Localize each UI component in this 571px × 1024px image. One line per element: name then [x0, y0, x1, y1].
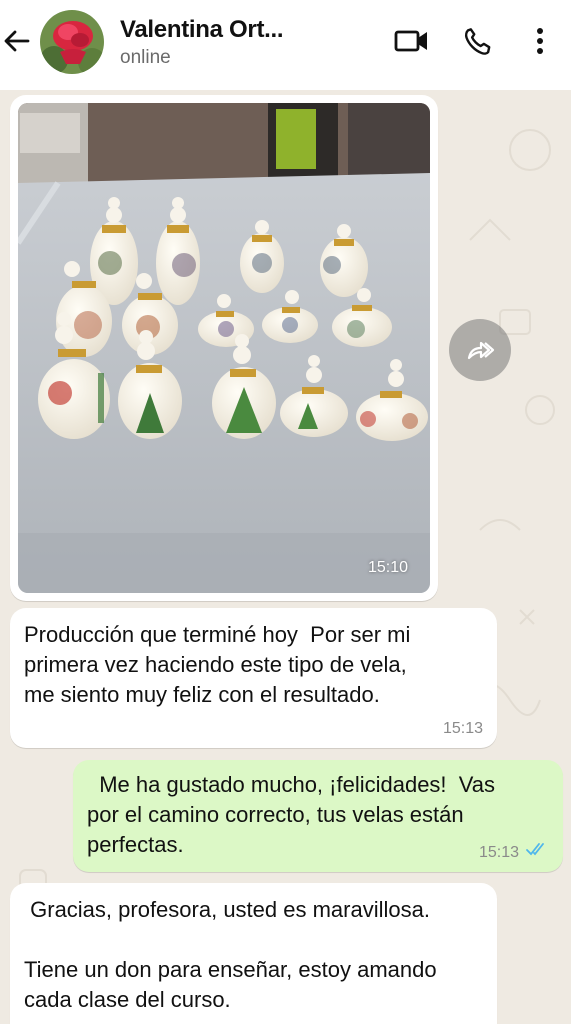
arrow-left-icon[interactable] — [2, 26, 32, 56]
double-check-icon — [525, 841, 549, 862]
chat-header: Valentina Ort... online — [0, 0, 571, 90]
avatar[interactable] — [40, 10, 104, 74]
message-text: Gracias, profesora, usted es maravillosa… — [24, 897, 437, 1012]
incoming-message[interactable]: Producción que terminé hoy Por ser mi pr… — [10, 608, 497, 748]
video-camera-icon[interactable] — [394, 26, 430, 61]
contact-name[interactable]: Valentina Ort... — [120, 16, 284, 44]
message-time: 15:13 — [442, 720, 483, 737]
incoming-message[interactable]: Gracias, profesora, usted es maravillosa… — [10, 883, 497, 1024]
phone-icon[interactable] — [462, 26, 494, 63]
outgoing-message[interactable]: Me ha gustado mucho, ¡felicidades! Vas p… — [73, 760, 563, 872]
more-vertical-icon[interactable] — [535, 26, 545, 61]
message-time: 15:10 — [367, 559, 408, 576]
forward-icon[interactable] — [449, 319, 511, 381]
image-message[interactable]: 15:10 — [10, 95, 438, 601]
message-time: 15:13 — [478, 844, 519, 861]
message-text: Producción que terminé hoy Por ser mi pr… — [24, 622, 411, 707]
contact-status: online — [120, 47, 171, 68]
candles-photo[interactable]: 15:10 — [18, 103, 430, 593]
